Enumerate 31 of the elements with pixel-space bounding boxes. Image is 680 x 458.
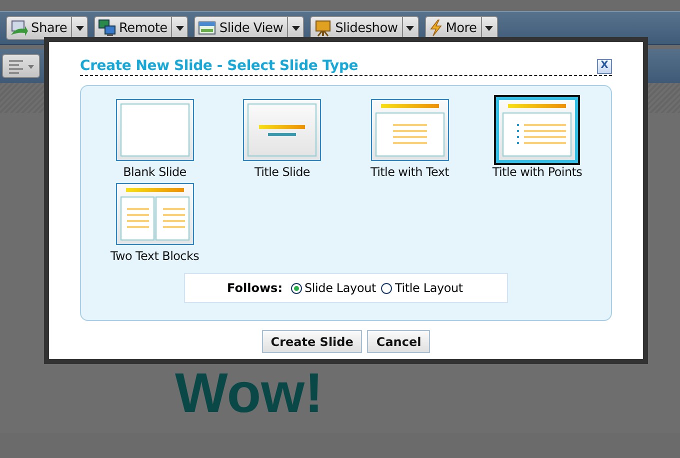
slide-layout-option[interactable] — [116, 99, 194, 161]
option-label: Title Slide — [254, 165, 310, 179]
slide-layout-option[interactable] — [116, 183, 194, 245]
toolbar-button[interactable]: Share — [6, 16, 72, 40]
align-button[interactable] — [2, 54, 40, 78]
radio-label[interactable]: Title Layout — [395, 281, 463, 295]
window-icon — [198, 20, 216, 36]
follows-label: Follows: — [227, 281, 282, 295]
option-label: Title with Points — [492, 165, 582, 179]
slide-title: Wow! — [175, 363, 324, 423]
easel-icon — [314, 19, 332, 37]
option-label: Title with Text — [370, 165, 450, 179]
share-icon — [10, 19, 28, 37]
slide-layout-option[interactable] — [370, 99, 449, 161]
caret-icon — [76, 26, 84, 30]
caret-icon — [485, 26, 494, 30]
radio-button[interactable] — [290, 282, 302, 294]
monitors-icon — [98, 19, 116, 37]
caret-icon — [176, 26, 184, 30]
close-button[interactable]: X — [597, 58, 612, 74]
dialog-title: Create New Slide - Select Slide Type — [80, 58, 358, 74]
caret-icon — [406, 26, 414, 30]
dialog-button[interactable]: Cancel — [367, 330, 430, 353]
slide-layout-option[interactable] — [243, 99, 322, 161]
radio-label[interactable]: Slide Layout — [304, 281, 376, 295]
option-label: Two Text Blocks — [110, 249, 200, 263]
dialog-button[interactable]: Create Slide — [262, 330, 362, 353]
radio-button[interactable] — [381, 282, 392, 294]
option-label: Blank Slide — [123, 165, 186, 179]
lightning-icon — [428, 19, 443, 37]
caret-icon — [292, 26, 300, 30]
